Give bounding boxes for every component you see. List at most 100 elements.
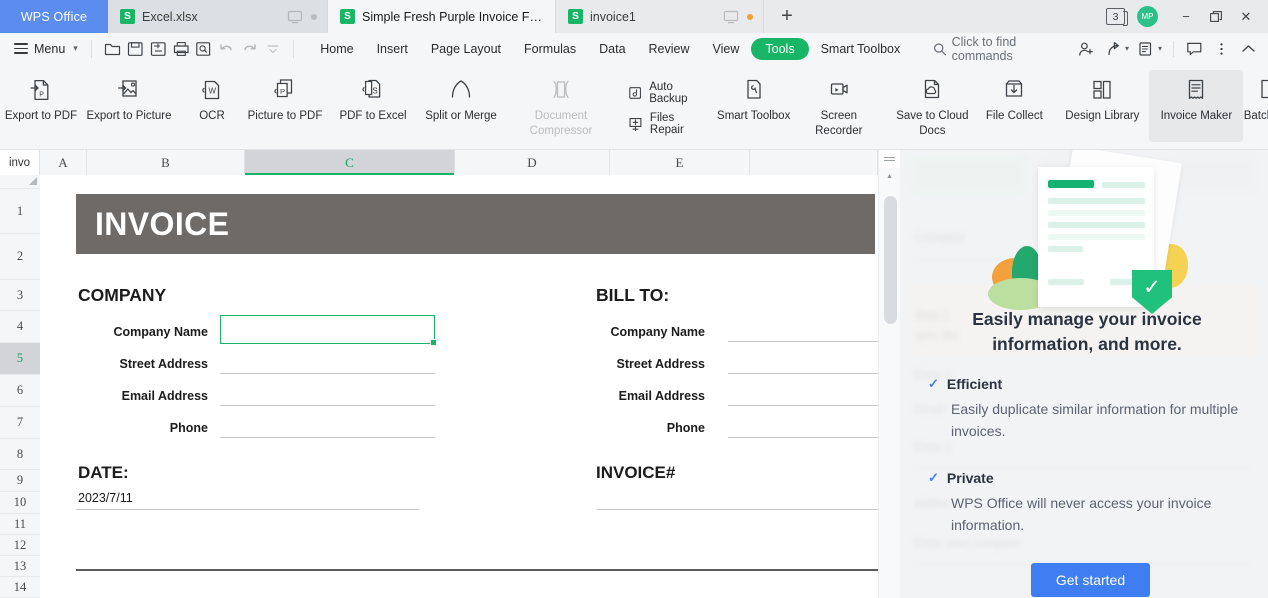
ribbon-button-screen-recorder[interactable]: Screen Recorder: [796, 70, 881, 139]
ribbon-button-save-to-cloud-docs[interactable]: Save to Cloud Docs: [891, 70, 973, 139]
open-icon[interactable]: [101, 38, 124, 60]
ribbon-tab-formulas[interactable]: Formulas: [513, 38, 587, 60]
user-avatar[interactable]: MP: [1137, 6, 1158, 27]
column-header-c[interactable]: C: [245, 150, 455, 175]
row-header-13[interactable]: 13: [0, 556, 40, 577]
new-tab-button[interactable]: +: [764, 0, 810, 33]
ribbon-tab-view[interactable]: View: [702, 38, 751, 60]
row-header-10[interactable]: 10: [0, 492, 40, 514]
active-cell-selection[interactable]: [220, 315, 435, 344]
ribbon-tab-page-layout[interactable]: Page Layout: [420, 38, 512, 60]
ribbon-tab-insert[interactable]: Insert: [366, 38, 419, 60]
get-started-button[interactable]: Get started: [1031, 563, 1150, 597]
row-header-8[interactable]: 8: [0, 439, 40, 470]
close-button[interactable]: ✕: [1232, 5, 1260, 29]
ribbon-stacked-group: Auto Backup Files Repair: [624, 70, 711, 138]
document-tab-invoice1[interactable]: S invoice1: [556, 0, 764, 33]
ribbon-button-batch-rename[interactable]: Batch Re: [1243, 70, 1268, 124]
ribbon-tab-home[interactable]: Home: [309, 38, 364, 60]
date-value: 2023/7/11: [78, 491, 133, 505]
undo-icon[interactable]: [215, 38, 238, 60]
ribbon-tab-data[interactable]: Data: [588, 38, 636, 60]
customize-quick-access-icon[interactable]: [261, 38, 284, 60]
divider: [1173, 41, 1174, 57]
billto-field-line-company-name: [728, 341, 878, 342]
share-icon[interactable]: [1102, 38, 1126, 60]
row-header-12[interactable]: 12: [0, 535, 40, 556]
save-as-icon[interactable]: [147, 38, 170, 60]
share-user-icon[interactable]: [1075, 38, 1099, 60]
restore-button[interactable]: [1202, 5, 1230, 29]
vertical-scrollbar[interactable]: ▲: [878, 150, 900, 598]
invoice-title-banner: INVOICE: [76, 194, 875, 254]
row-header-11[interactable]: 11: [0, 514, 40, 535]
row-header-2[interactable]: 2: [0, 234, 40, 280]
redo-icon[interactable]: [238, 38, 261, 60]
column-header-a[interactable]: A: [40, 150, 87, 175]
row-header-4[interactable]: 4: [0, 311, 40, 343]
comment-icon[interactable]: [1182, 38, 1206, 60]
main-menu-button[interactable]: Menu ▾: [10, 42, 82, 56]
ribbon-button-auto-backup[interactable]: Auto Backup: [624, 79, 711, 107]
ribbon-button-smart-toolbox[interactable]: Smart Toolbox: [711, 70, 796, 124]
more-options-icon[interactable]: [1209, 38, 1233, 60]
save-icon[interactable]: [124, 38, 147, 60]
ribbon-button-label: Document Compressor: [508, 109, 614, 139]
column-header-e[interactable]: E: [610, 150, 750, 175]
column-header-b[interactable]: B: [87, 150, 245, 175]
scrollbar-thumb[interactable]: [884, 196, 897, 324]
invoice-title: INVOICE: [95, 206, 229, 243]
smart-toolbox-icon: [741, 76, 767, 104]
ribbon-button-label: Export to PDF: [4, 109, 78, 124]
select-all-corner[interactable]: [0, 175, 40, 189]
scroll-up-button[interactable]: ▲: [879, 168, 900, 184]
ribbon-button-pdf-to-excel[interactable]: S PDF to Excel: [332, 70, 414, 124]
ribbon-button-files-repair[interactable]: Files Repair: [624, 110, 711, 138]
ribbon-button-design-library[interactable]: Design Library: [1055, 70, 1149, 124]
doc-line: [1048, 279, 1084, 285]
ribbon-button-ocr[interactable]: W OCR: [186, 70, 238, 124]
ribbon-button-label: PDF to Excel: [338, 109, 407, 124]
command-search-placeholder: Click to find commands: [952, 35, 1075, 63]
cast-screen-icon[interactable]: [287, 10, 303, 24]
command-search[interactable]: Click to find commands: [933, 35, 1075, 63]
row-header-7[interactable]: 7: [0, 407, 40, 439]
minimize-button[interactable]: −: [1172, 5, 1200, 29]
row-header-5[interactable]: 5: [0, 343, 40, 375]
company-field-label-street-address: Street Address: [78, 357, 208, 371]
ribbon-button-picture-to-pdf[interactable]: P Picture to PDF: [238, 70, 332, 124]
column-header-f[interactable]: [750, 150, 878, 175]
ribbon-tab-smart-toolbox[interactable]: Smart Toolbox: [810, 38, 912, 60]
ribbon-button-export-to-picture[interactable]: Export to Picture: [82, 70, 176, 124]
ribbon-button-invoice-maker[interactable]: Invoice Maker: [1149, 70, 1243, 142]
cast-screen-icon[interactable]: [723, 10, 739, 24]
billto-section-heading: BILL TO:: [596, 285, 669, 306]
document-tab-excel[interactable]: S Excel.xlsx: [108, 0, 328, 33]
tab-count-badge[interactable]: 3: [1106, 8, 1125, 25]
ribbon-button-split-or-merge[interactable]: Split or Merge: [414, 70, 508, 124]
ribbon-button-export-to-pdf[interactable]: P Export to PDF: [0, 70, 82, 124]
row-header-1[interactable]: 1: [0, 189, 40, 234]
ribbon-tab-review[interactable]: Review: [638, 38, 701, 60]
ribbon-group-export: P Export to PDF Export to Picture: [0, 70, 176, 148]
invoice-number-underline: [597, 509, 878, 510]
document-tab-invoice-format[interactable]: S Simple Fresh Purple Invoice Format1: [328, 0, 556, 33]
print-preview-icon[interactable]: [193, 38, 216, 60]
ribbon-tab-tools[interactable]: Tools: [751, 38, 808, 60]
billto-field-label-street-address: Street Address: [550, 357, 705, 371]
row-header-3[interactable]: 3: [0, 280, 40, 311]
row-header-9[interactable]: 9: [0, 470, 40, 492]
column-header-d[interactable]: D: [455, 150, 610, 175]
co-edit-icon[interactable]: [1135, 38, 1159, 60]
ribbon-button-file-collect[interactable]: File Collect: [973, 70, 1055, 124]
ribbon-button-document-compressor[interactable]: Document Compressor: [508, 70, 614, 139]
svg-text:W: W: [209, 86, 217, 95]
row-header-14[interactable]: 14: [0, 577, 40, 598]
collapse-ribbon-icon[interactable]: [1236, 38, 1260, 60]
sheet-grid[interactable]: INVOICE COMPANY Company Name Street Addr…: [40, 175, 878, 598]
feature-private: ✓ Private WPS Office will never access y…: [928, 470, 1246, 536]
name-box[interactable]: invo: [0, 150, 40, 175]
print-icon[interactable]: [170, 38, 193, 60]
row-header-6[interactable]: 6: [0, 375, 40, 407]
split-handle[interactable]: [879, 150, 900, 168]
